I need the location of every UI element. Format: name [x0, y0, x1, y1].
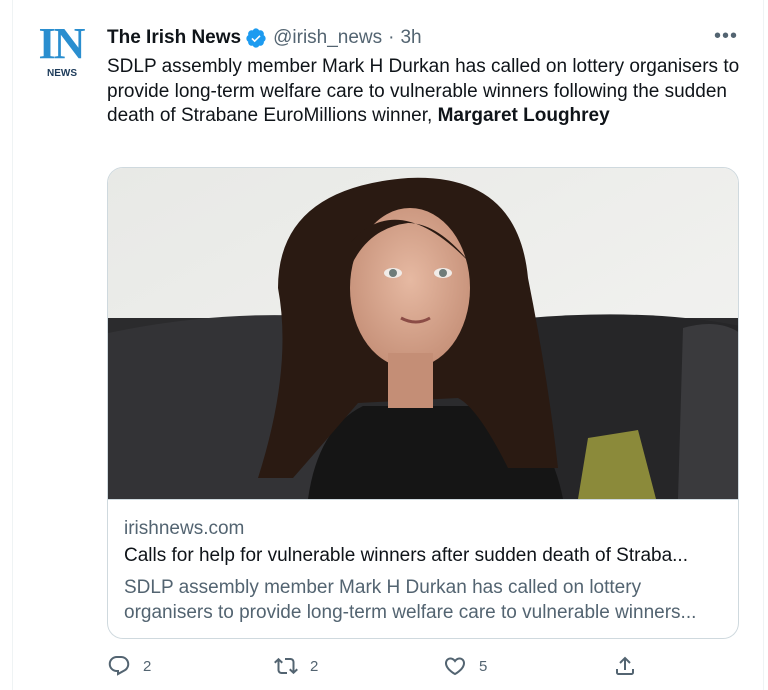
- card-domain: irishnews.com: [124, 518, 245, 539]
- tweet-text-bold: Margaret Loughrey: [437, 105, 610, 126]
- share-button[interactable]: [613, 654, 649, 678]
- reply-button[interactable]: 2: [107, 654, 151, 678]
- avatar-logo-sub: NEWS: [47, 68, 77, 79]
- card-description: SDLP assembly member Mark H Durkan has c…: [124, 576, 724, 625]
- like-button[interactable]: 5: [443, 654, 487, 678]
- tweet-text: SDLP assembly member Mark H Durkan has c…: [107, 55, 747, 129]
- retweet-count: 2: [310, 657, 319, 675]
- avatar-logo: IN: [38, 19, 86, 68]
- tweet-timestamp[interactable]: 3h: [400, 26, 421, 50]
- card-description-line-2: organisers to provide long-term welfare …: [124, 601, 697, 623]
- card-meta: irishnews.com Calls for help for vulnera…: [108, 499, 738, 638]
- verified-badge-icon: [246, 28, 266, 48]
- like-count: 5: [479, 657, 488, 675]
- account-name[interactable]: The Irish News: [107, 26, 241, 50]
- card-description-line-1: SDLP assembly member Mark H Durkan has c…: [124, 577, 642, 598]
- article-photo[interactable]: [108, 168, 739, 499]
- separator-dot: ·: [388, 27, 395, 48]
- reply-icon: [108, 656, 130, 676]
- retweet-button[interactable]: 2: [274, 654, 318, 678]
- link-card[interactable]: irishnews.com Calls for help for vulnera…: [107, 167, 739, 639]
- tweet-text-body: SDLP assembly member Mark H Durkan has c…: [107, 56, 740, 126]
- card-title: Calls for help for vulnerable winners af…: [124, 545, 688, 566]
- share-icon: [616, 656, 634, 675]
- tweet-actions: 2 2 5: [107, 654, 747, 680]
- retweet-icon: [274, 657, 298, 675]
- tweet-header: The Irish News @irish_news · 3h: [107, 26, 422, 50]
- avatar[interactable]: IN NEWS: [30, 22, 92, 84]
- heart-icon: [444, 657, 466, 676]
- reply-count: 2: [143, 657, 152, 675]
- more-options-icon[interactable]: •••: [712, 26, 740, 50]
- account-handle[interactable]: @irish_news: [273, 26, 382, 50]
